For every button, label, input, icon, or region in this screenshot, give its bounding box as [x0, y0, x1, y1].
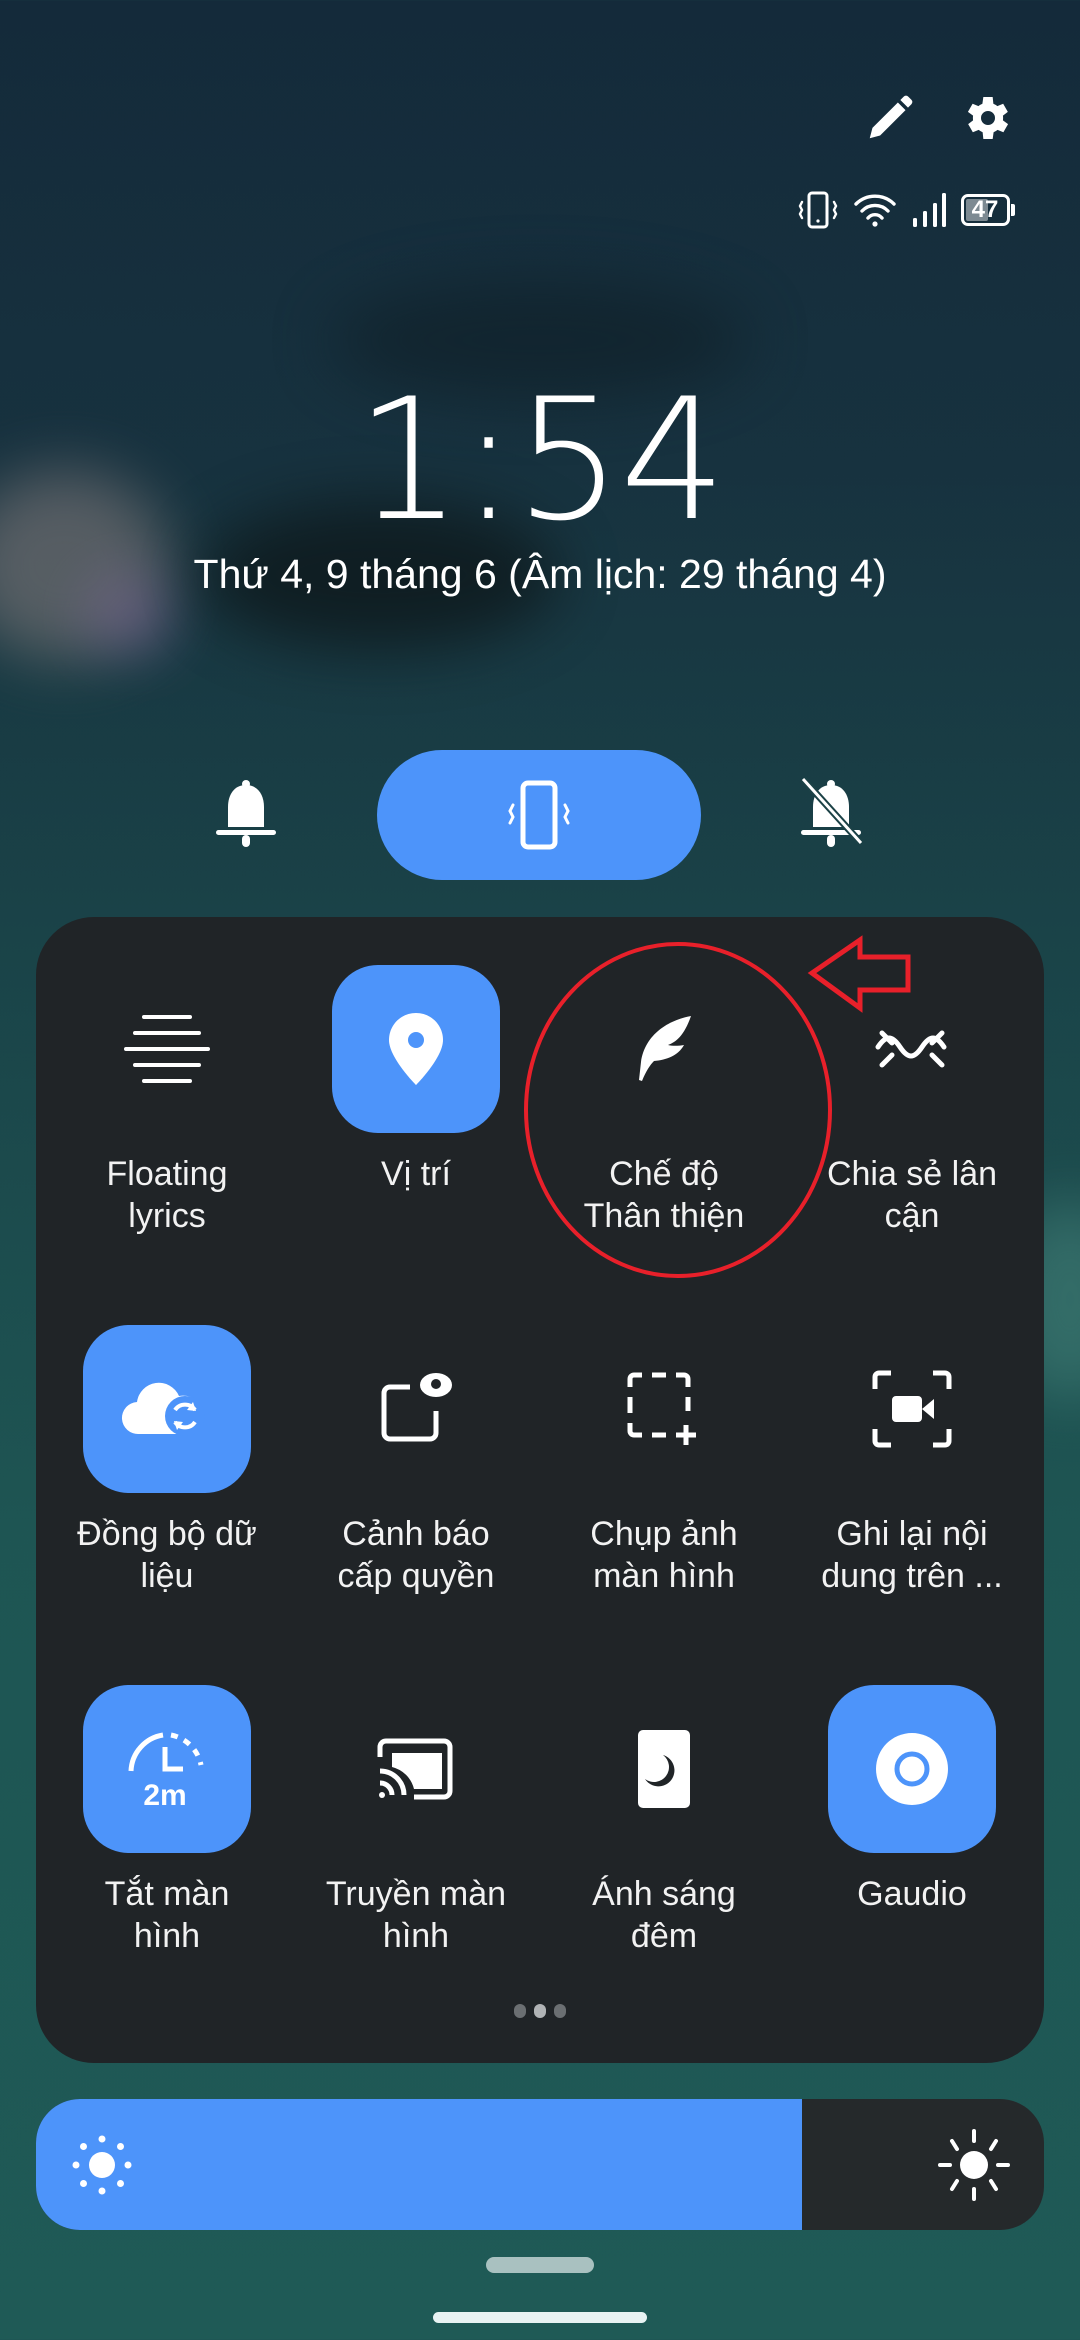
sound-mode-silent-button[interactable] [781, 750, 881, 880]
page-indicator[interactable] [36, 2004, 1044, 2018]
sound-mode-ring-button[interactable] [196, 750, 296, 880]
bell-icon [216, 780, 276, 847]
tile-screenshot[interactable]: Chụp ảnh màn hình [544, 1325, 784, 1665]
tile-friendly-mode[interactable]: Chế độ Thân thiện [544, 965, 784, 1305]
permission-alert-icon [381, 1373, 452, 1442]
tile-label: Đồng bộ dữ liệu [77, 1515, 257, 1595]
lyrics-lines-icon [124, 1015, 210, 1083]
bell-off-icon [800, 777, 864, 847]
tile-cast[interactable]: Truyền màn hình [296, 1685, 536, 2025]
pencil-icon [869, 95, 913, 139]
tile-label: Floating lyrics [106, 1155, 228, 1235]
tile-label: Ghi lại nội dung trên ... [821, 1515, 1003, 1595]
tile-label: Tắt màn hình [104, 1875, 230, 1955]
tile-label: Chế độ Thân thiện [583, 1155, 745, 1235]
signal-icon [913, 193, 946, 227]
tile-night-light[interactable]: Ánh sáng đêm [544, 1685, 784, 2025]
tile-icon-box: 2m [83, 1685, 251, 1853]
home-gesture-bar[interactable] [433, 2312, 647, 2323]
screenshot-icon [627, 1372, 696, 1445]
tile-label: Ánh sáng đêm [592, 1875, 736, 1955]
night-light-icon [638, 1730, 690, 1808]
battery-icon: 47 [961, 194, 1015, 226]
page-dot[interactable] [514, 2004, 526, 2018]
tile-icon-box [580, 965, 748, 1133]
nearby-share-icon [875, 1030, 947, 1068]
tile-icon-box [332, 965, 500, 1133]
tile-screen-timeout[interactable]: 2m Tắt màn hình [47, 1685, 287, 2025]
tile-nearby-share[interactable]: Chia sẻ lân cận [792, 965, 1032, 1305]
tile-icon-box [828, 1325, 996, 1493]
tile-screen-record[interactable]: Ghi lại nội dung trên ... [792, 1325, 1032, 1665]
tile-permission-alert[interactable]: Cảnh báo cấp quyền [296, 1325, 536, 1665]
tile-data-sync[interactable]: Đồng bộ dữ liệu [47, 1325, 287, 1665]
timeout-badge: 2m [143, 1779, 186, 1811]
tile-label: Truyền màn hình [325, 1875, 507, 1955]
tile-label: Chụp ảnh màn hình [590, 1515, 738, 1595]
screen-record-icon [872, 1370, 952, 1448]
screen-timeout-icon: 2m [128, 1732, 204, 1811]
tile-icon-box [580, 1685, 748, 1853]
brightness-slider[interactable] [36, 2099, 1044, 2230]
edit-button[interactable] [860, 88, 920, 148]
gaudio-disc-icon [876, 1733, 948, 1805]
tile-label: Vị trí [381, 1155, 451, 1193]
tile-icon-box [332, 1325, 500, 1493]
tile-icon-box [83, 1325, 251, 1493]
status-bar: 47 [797, 190, 1015, 230]
wifi-icon [854, 194, 896, 227]
vibrate-icon [508, 780, 570, 850]
vibrate-icon [798, 191, 838, 229]
tile-label: Gaudio [857, 1875, 967, 1913]
brightness-fill [36, 2099, 803, 2230]
tile-location[interactable]: Vị trí [296, 965, 536, 1305]
gear-icon [967, 97, 1009, 139]
date-text: Thứ 4, 9 tháng 6 (Âm lịch: 29 tháng 4) [193, 551, 887, 597]
brightness-high-icon [938, 2129, 1010, 2201]
sound-mode-vibrate-button[interactable] [377, 750, 701, 880]
panel-drag-handle[interactable] [486, 2257, 594, 2273]
tile-icon-box [828, 1685, 996, 1853]
feather-icon [639, 1016, 691, 1081]
battery-level: 47 [971, 196, 999, 223]
page-dot[interactable] [554, 2004, 566, 2018]
cast-icon [377, 1738, 453, 1800]
settings-button[interactable] [958, 88, 1018, 148]
tile-icon-box [828, 965, 996, 1133]
tile-icon-box [580, 1325, 748, 1493]
brightness-low-icon [72, 2135, 132, 2195]
quick-settings-panel: Floating lyrics Vị trí Chế độ Thân thiện C… [36, 917, 1044, 2063]
tile-icon-box [332, 1685, 500, 1853]
location-pin-icon [389, 1013, 443, 1085]
tile-label: Cảnh báo cấp quyền [337, 1515, 495, 1595]
tile-icon-box [83, 965, 251, 1133]
tile-floating-lyrics[interactable]: Floating lyrics [47, 965, 287, 1305]
tile-gaudio[interactable]: Gaudio [792, 1685, 1032, 2025]
clock-time: 1:54 [355, 362, 726, 558]
cloud-sync-icon [121, 1382, 205, 1436]
page-dot-active[interactable] [534, 2004, 546, 2018]
tile-label: Chia sẻ lân cận [826, 1155, 998, 1235]
